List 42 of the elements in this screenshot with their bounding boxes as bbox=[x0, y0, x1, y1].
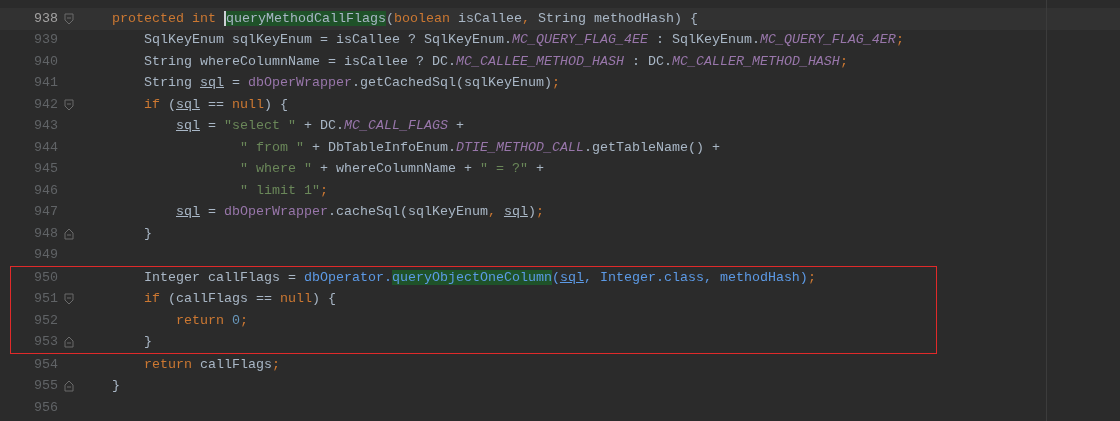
line-number: 948 bbox=[34, 224, 58, 243]
line-number: 947 bbox=[34, 203, 58, 222]
unfold-icon[interactable] bbox=[64, 380, 74, 393]
code-line: return callFlags; bbox=[144, 355, 280, 374]
code-line: " where " + whereColumnName + " = ?" + bbox=[240, 160, 544, 179]
unfold-icon[interactable] bbox=[64, 227, 74, 240]
line-number: 945 bbox=[34, 160, 58, 179]
line-number: 944 bbox=[34, 138, 58, 157]
line-number: 946 bbox=[34, 181, 58, 200]
code-line: Integer callFlags = dbOperator.queryObjectOneColumn(sql, Integer.class, methodHash); bbox=[144, 268, 816, 287]
fold-icon[interactable] bbox=[64, 293, 74, 306]
line-number: 938 bbox=[34, 9, 58, 28]
line-number: 950 bbox=[34, 268, 58, 287]
line-number: 943 bbox=[34, 117, 58, 136]
code-line: } bbox=[144, 224, 152, 243]
code-line: String whereColumnName = isCallee ? DC.MC_CALLEE_METHOD_HASH : DC.MC_CALLER_METHOD_HASH; bbox=[144, 52, 848, 71]
code-line: if (sql == null) { bbox=[144, 95, 288, 114]
fold-icon[interactable] bbox=[64, 98, 74, 111]
unfold-icon[interactable] bbox=[64, 336, 74, 349]
line-number: 941 bbox=[34, 74, 58, 93]
code-line: } bbox=[112, 377, 120, 396]
line-number: 951 bbox=[34, 290, 58, 309]
code-line: } bbox=[144, 333, 152, 352]
code-line: sql = "select " + DC.MC_CALL_FLAGS + bbox=[176, 117, 464, 136]
line-number: 953 bbox=[34, 333, 58, 352]
line-number: 942 bbox=[34, 95, 58, 114]
code-line: protected int queryMethodCallFlags(boolean isCallee, String methodHash) { bbox=[112, 9, 698, 28]
code-line: return 0; bbox=[176, 311, 248, 330]
line-number: 954 bbox=[34, 355, 58, 374]
line-number: 955 bbox=[34, 377, 58, 396]
code-line: sql = dbOperWrapper.cacheSql(sqlKeyEnum, sql); bbox=[176, 203, 544, 222]
line-number: 952 bbox=[34, 311, 58, 330]
code-line: " limit 1"; bbox=[240, 181, 328, 200]
code-line: String sql = dbOperWrapper.getCachedSql(sqlKeyEnum); bbox=[144, 74, 560, 93]
line-number: 939 bbox=[34, 31, 58, 50]
fold-icon[interactable] bbox=[64, 12, 74, 25]
code-line: SqlKeyEnum sqlKeyEnum = isCallee ? SqlKeyEnum.MC_QUERY_FLAG_4EE : SqlKeyEnum.MC_QUERY_FLAG_4ER; bbox=[144, 31, 904, 50]
code-line: if (callFlags == null) { bbox=[144, 290, 336, 309]
line-number: 956 bbox=[34, 398, 58, 417]
line-number: 940 bbox=[34, 52, 58, 71]
line-number: 949 bbox=[34, 246, 58, 265]
code-line: " from " + DbTableInfoEnum.DTIE_METHOD_CALL.getTableName() + bbox=[240, 138, 720, 157]
